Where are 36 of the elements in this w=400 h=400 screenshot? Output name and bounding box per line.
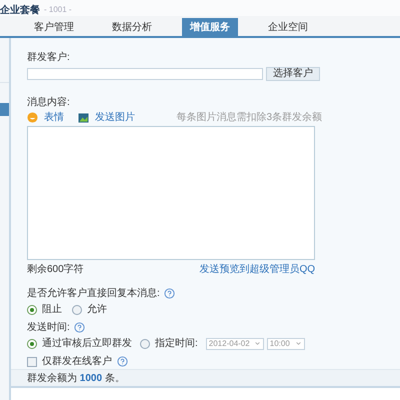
- radio-button[interactable]: [27, 338, 37, 348]
- radio-label[interactable]: 允许: [87, 302, 107, 317]
- app-title: 企业套餐: [0, 4, 40, 18]
- dropdown-icon: [294, 340, 302, 347]
- char-count: 剩余600字符: [27, 262, 84, 277]
- radio-button[interactable]: [72, 304, 82, 314]
- preview-link[interactable]: 发送预览到超级管理员QQ: [199, 262, 315, 277]
- account-number: - 1001 -: [44, 4, 72, 16]
- field-label: 发送时间:: [27, 320, 70, 335]
- help-icon[interactable]: [117, 356, 128, 367]
- radio-button[interactable]: [140, 338, 150, 348]
- nav-tab[interactable]: 数据分析: [104, 18, 160, 36]
- toolbar-link[interactable]: 表情: [44, 110, 64, 125]
- nav-tab[interactable]: 增值服务: [182, 18, 238, 36]
- image-icon: [78, 112, 89, 122]
- radio-button[interactable]: [27, 304, 37, 314]
- radio-label[interactable]: 通过审核后立即群发: [42, 336, 132, 351]
- select-customer-button[interactable]: 选择客户: [266, 67, 320, 81]
- nav-tab[interactable]: 客户管理: [26, 18, 82, 36]
- field-label: 群发客户:: [27, 50, 71, 65]
- radio-label[interactable]: 指定时间:: [155, 336, 198, 351]
- help-icon[interactable]: [74, 322, 85, 333]
- toolbar-link[interactable]: 发送图片: [95, 110, 135, 125]
- radio-label[interactable]: 阻止: [42, 302, 62, 317]
- nav-tab[interactable]: 企业空间: [260, 18, 316, 36]
- checkbox[interactable]: [27, 356, 37, 366]
- smiley-icon: [27, 112, 38, 123]
- checkbox-label[interactable]: 仅群发在线客户: [42, 354, 112, 369]
- field-label: 消息内容:: [27, 96, 71, 110]
- recipients-field[interactable]: [27, 68, 263, 80]
- field-label: 是否允许客户直接回复本消息:: [27, 286, 160, 301]
- help-icon[interactable]: [164, 288, 175, 299]
- note-text: 每条图片消息需扣除3条群发余额: [176, 110, 322, 125]
- dropdown-icon: [254, 340, 261, 347]
- quota-text: 群发余额为 1000 条。: [27, 372, 125, 386]
- message-field[interactable]: [27, 126, 315, 260]
